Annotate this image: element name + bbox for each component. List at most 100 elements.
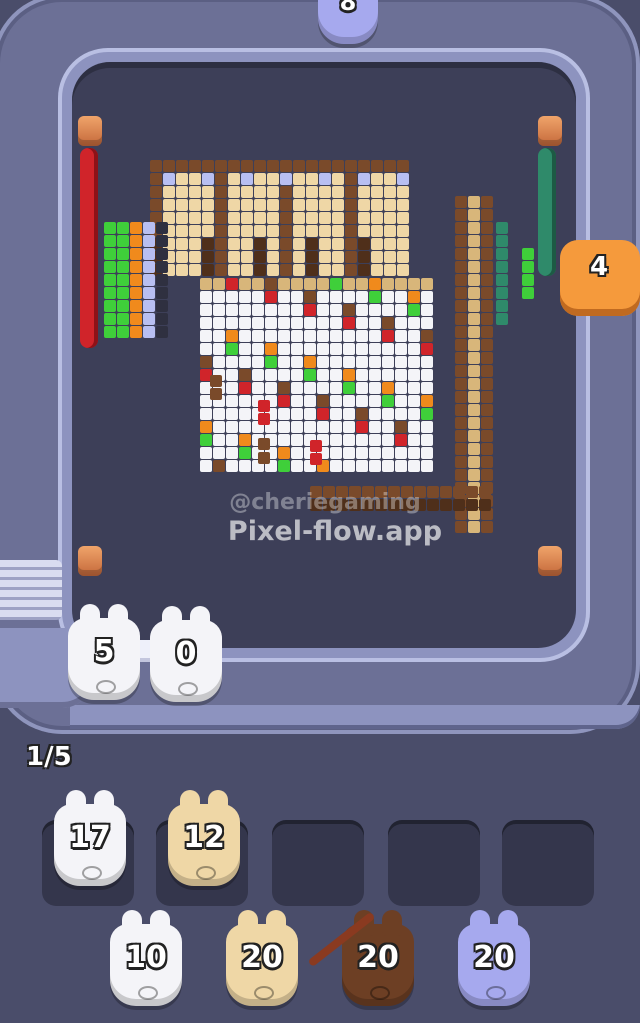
pixel-block — [382, 408, 394, 420]
pixel-block — [371, 186, 383, 198]
pixel-block — [213, 304, 225, 316]
pixel-block — [384, 264, 396, 276]
pixel-block — [408, 369, 420, 381]
pixel-block — [397, 173, 409, 185]
pixel-block — [496, 261, 508, 273]
pixel-block — [278, 291, 290, 303]
pixel-block — [202, 264, 214, 276]
pixel-block — [481, 196, 493, 208]
pixel-block — [265, 382, 277, 394]
pixel-block — [293, 225, 305, 237]
pixel-block — [522, 274, 534, 286]
pixel-block — [254, 238, 266, 250]
pixel-block — [421, 356, 433, 368]
pixel-block — [252, 369, 264, 381]
pixel-block — [496, 235, 508, 247]
pixel-block — [215, 173, 227, 185]
pixel-block — [304, 356, 316, 368]
pixel-block — [468, 365, 480, 377]
pixel-block — [455, 417, 467, 429]
queue-shooter[interactable]: 20 — [342, 910, 414, 1006]
pixel-block — [117, 222, 129, 234]
pixel-block — [455, 222, 467, 234]
belt-shooter-1[interactable]: 5 — [68, 604, 140, 700]
pixel-block — [252, 304, 264, 316]
pixel-block — [293, 173, 305, 185]
pixel-block — [239, 421, 251, 433]
pixel-block — [356, 408, 368, 420]
queue-shooter[interactable]: 20 — [458, 910, 530, 1006]
pixel-block — [384, 173, 396, 185]
pixel-block — [278, 343, 290, 355]
pixel-block — [382, 460, 394, 472]
pixel-block — [278, 356, 290, 368]
pixel-block — [310, 453, 322, 465]
pixel-block — [395, 460, 407, 472]
pixel-block — [265, 356, 277, 368]
pixel-block — [330, 304, 342, 316]
pixel-block — [213, 421, 225, 433]
pixel-block — [382, 421, 394, 433]
pixel-block — [278, 447, 290, 459]
pixel-block — [117, 235, 129, 247]
pixel-block — [369, 434, 381, 446]
pixel-block — [200, 460, 212, 472]
pixel-block — [356, 343, 368, 355]
pixel-block — [293, 251, 305, 263]
pixel-block — [117, 287, 129, 299]
queue-shooter[interactable]: 12 — [168, 790, 240, 886]
pixel-block — [228, 186, 240, 198]
pixel-block — [408, 291, 420, 303]
pixel-block — [382, 304, 394, 316]
pixel-block — [252, 343, 264, 355]
pixel-block — [200, 356, 212, 368]
pixel-block — [522, 248, 534, 260]
pixel-block — [421, 369, 433, 381]
pixel-block — [156, 222, 168, 234]
pixel-block — [468, 274, 480, 286]
pixel-block — [356, 460, 368, 472]
belt-progress: 1/5 — [26, 742, 72, 772]
pixel-block — [163, 199, 175, 211]
pixel-block — [481, 404, 493, 416]
pixel-block — [117, 248, 129, 260]
belt-shooter-2[interactable]: 0 — [150, 606, 222, 702]
pixel-block — [330, 369, 342, 381]
pixel-block — [267, 173, 279, 185]
pixel-block — [104, 300, 116, 312]
pixel-block — [213, 447, 225, 459]
pixel-block — [317, 421, 329, 433]
pixel-block — [306, 238, 318, 250]
pixel-block — [265, 343, 277, 355]
pixel-block — [241, 251, 253, 263]
pixel-block — [306, 173, 318, 185]
pixel-block — [280, 160, 292, 172]
pixel-block — [369, 343, 381, 355]
pixel-block — [330, 382, 342, 394]
pixel-block — [228, 264, 240, 276]
queue-slot[interactable] — [502, 820, 594, 906]
pixel-block — [239, 434, 251, 446]
pixel-block — [202, 160, 214, 172]
pixel-block — [291, 382, 303, 394]
pixel-block — [522, 261, 534, 273]
queue-shooter[interactable]: 17 — [54, 790, 126, 886]
pixel-block — [189, 212, 201, 224]
pixel-block — [468, 378, 480, 390]
pixel-block — [371, 264, 383, 276]
queue-shooter[interactable]: 10 — [110, 910, 182, 1006]
pixel-block — [241, 160, 253, 172]
pixel-block — [481, 456, 493, 468]
pixel-block — [291, 460, 303, 472]
pixel-block — [343, 395, 355, 407]
pixel-block — [306, 160, 318, 172]
pixel-block — [104, 274, 116, 286]
queue-shooter[interactable]: 20 — [226, 910, 298, 1006]
pixel-block — [468, 339, 480, 351]
queue-slot[interactable] — [388, 820, 480, 906]
queue-slot[interactable] — [272, 820, 364, 906]
pixel-block — [189, 199, 201, 211]
pixel-block — [176, 264, 188, 276]
pixel-block — [239, 330, 251, 342]
pixel-block — [395, 304, 407, 316]
